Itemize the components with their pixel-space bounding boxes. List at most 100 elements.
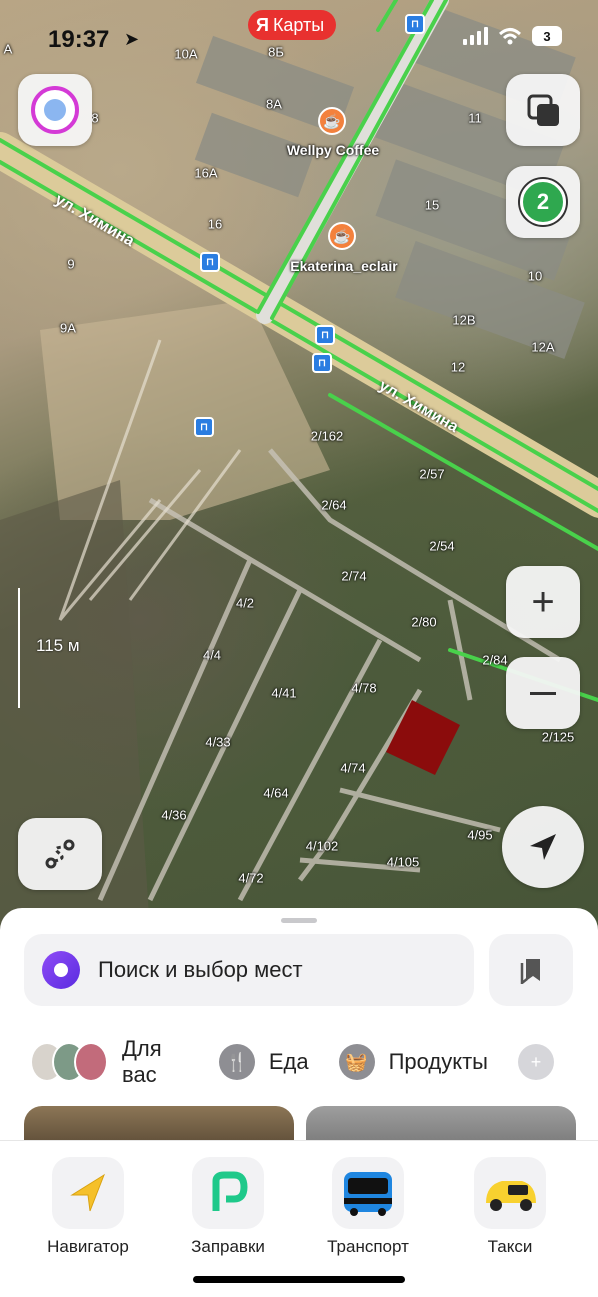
house-label: 2/64 [321,497,347,513]
tab-label: Такси [487,1237,533,1256]
house-label: 4/33 [205,734,231,750]
tab-gas-stations[interactable]: Заправки [168,1157,288,1257]
bus-stop-icon[interactable]: ⊓ [200,252,220,272]
profile-avatar-button[interactable] [18,74,92,146]
search-placeholder: Поиск и выбор мест [98,957,303,982]
battery-icon: 3 [532,26,562,46]
map-layers-button[interactable] [506,74,580,146]
avatar [31,86,79,134]
house-label: 2/162 [310,428,344,444]
zoom-in-button[interactable]: + [506,566,580,638]
bookmarks-button[interactable] [489,934,573,1006]
plus-icon: + [531,580,555,624]
house-label: 2/74 [341,568,367,584]
house-label: 4/72 [238,870,264,886]
wifi-icon [498,28,522,45]
search-input[interactable]: Поиск и выбор мест [24,934,474,1006]
location-arrow-icon: ➤ [124,29,140,49]
house-label: 4/105 [386,854,420,870]
gas-station-icon [192,1157,264,1229]
tab-bar: Навигатор Заправки Транспорт Такси [0,1140,598,1297]
tab-label: Навигатор [47,1237,129,1256]
chip-for-you[interactable]: Для вас [30,1036,189,1088]
tab-taxi[interactable]: Такси [450,1157,570,1257]
status-bar: 19:37 ➤ Я Карты 3 [0,0,598,60]
traffic-level-badge: 2 [520,179,566,225]
chip-label: Продукты [388,1049,488,1074]
house-label: 2/84 [482,652,508,668]
poi-label[interactable]: Wellpy Coffee [287,142,379,158]
plus-icon: + [518,1044,554,1080]
bookmark-icon [520,959,540,984]
house-label: 4/64 [263,785,289,801]
tab-navigator[interactable]: Навигатор [28,1157,148,1257]
house-label: 9А [60,320,76,336]
house-label: 2/57 [419,466,445,482]
app-badge[interactable]: Я Карты [248,10,337,40]
status-icons: 3 [463,26,562,46]
sheet-handle[interactable] [281,918,317,923]
signal-icon [463,27,488,45]
house-label: 4/74 [340,760,366,776]
house-label: 4/4 [202,647,222,663]
house-label: 8А [266,96,282,112]
house-label: 2/80 [411,614,437,630]
category-chips: Для вас 🍴 Еда 🧺 Продукты + [30,1036,598,1088]
zoom-out-button[interactable] [506,657,580,729]
house-label: 4/2 [235,595,255,611]
coffee-icon[interactable]: ☕ [328,222,356,250]
route-button[interactable] [18,818,102,890]
house-label: 12 [450,359,466,375]
house-label: 9 [67,256,75,272]
house-label: 12В [452,312,476,328]
house-label: 8 [91,110,99,126]
bottom-sheet[interactable]: Поиск и выбор мест Для вас 🍴 Еда 🧺 Проду… [0,908,598,1146]
poi-label[interactable]: Ekaterina_eclair [290,258,397,274]
traffic-button[interactable]: 2 [506,166,580,238]
scale-label: 115 м [36,636,80,655]
chip-more[interactable]: + [518,1044,568,1080]
avatars-icon [30,1042,108,1082]
house-label: 15 [424,197,440,213]
location-arrow-icon [530,834,556,860]
house-label: 4/36 [161,807,187,823]
bus-stop-icon[interactable]: ⊓ [312,353,332,373]
house-label: 11 [468,110,482,126]
scale-bar [18,588,20,708]
house-label: 2/125 [541,729,575,745]
bus-stop-icon[interactable]: ⊓ [194,417,214,437]
tab-label: Транспорт [327,1237,409,1256]
minus-icon [530,691,556,695]
bus-stop-icon[interactable]: ⊓ [315,325,335,345]
fork-knife-icon: 🍴 [218,1044,255,1080]
chip-food[interactable]: 🍴 Еда [218,1044,309,1080]
tab-label: Заправки [191,1237,265,1256]
house-label: 4/78 [351,680,377,696]
taxi-icon [474,1157,546,1229]
house-label: 2/54 [429,538,455,554]
house-label: 16 [207,216,223,232]
navigator-icon [52,1157,124,1229]
clock: 19:37 [48,26,110,53]
house-label: 12А [531,339,555,355]
home-indicator [193,1276,405,1283]
my-location-button[interactable] [502,806,584,888]
app-badge-label: Карты [272,14,325,35]
layers-icon [527,94,559,126]
house-label: 16А [194,165,218,181]
map-view[interactable]: А 10А 8 8Б 8А 16А 16 9 9А 11 15 10 12В 1… [0,0,598,930]
basket-icon: 🧺 [338,1044,375,1080]
bus-icon [332,1157,404,1229]
chip-groceries[interactable]: 🧺 Продукты [338,1044,488,1080]
tab-transport[interactable]: Транспорт [308,1157,428,1257]
yandex-logo-icon: Я [256,14,269,35]
route-icon [45,839,75,869]
alice-icon[interactable] [42,951,80,989]
coffee-icon[interactable]: ☕ [318,107,346,135]
house-label: 4/102 [305,838,339,854]
chip-label: Для вас [122,1036,162,1087]
chip-label: Еда [268,1049,309,1074]
house-label: 10 [527,268,543,284]
house-label: 4/95 [467,827,493,843]
house-label: 4/41 [271,685,297,701]
